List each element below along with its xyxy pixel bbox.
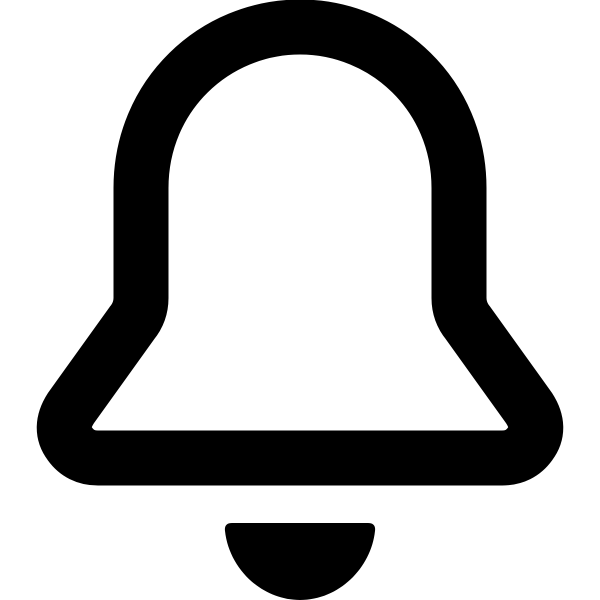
icon-canvas (0, 0, 600, 600)
bell-icon (36, 0, 564, 600)
bell-clapper (224, 523, 376, 600)
bell-body-outline (36, 0, 564, 486)
